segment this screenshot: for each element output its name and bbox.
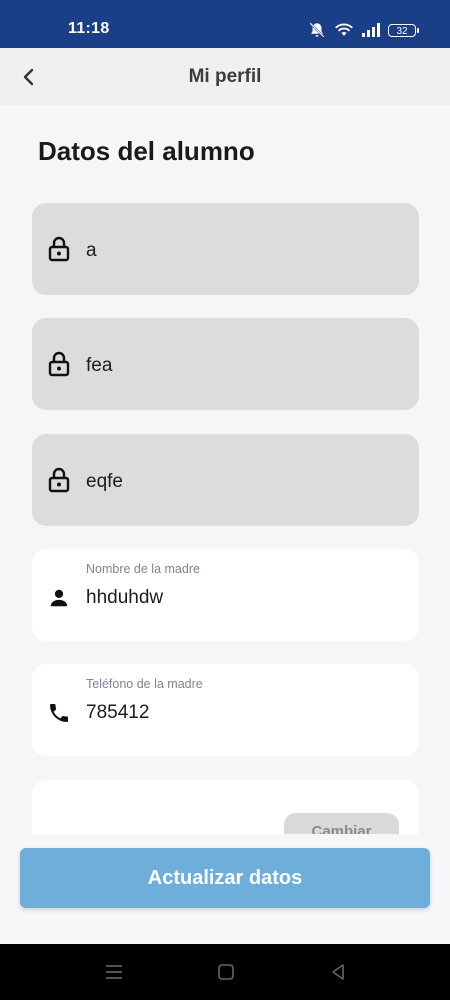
- field-value: fea: [86, 355, 113, 376]
- system-nav-bar: [0, 944, 450, 1000]
- status-bar: 11:18 32: [0, 0, 450, 48]
- update-data-button[interactable]: Actualizar datos: [20, 848, 430, 908]
- field-value[interactable]: hhduhdw: [86, 587, 163, 609]
- student-field-3: eqfe: [32, 434, 419, 526]
- lock-icon: [46, 351, 72, 377]
- student-field-2: fea: [32, 318, 419, 410]
- menu-icon[interactable]: [104, 962, 124, 982]
- mother-name-field[interactable]: Nombre de la madre hhduhdw: [32, 549, 419, 641]
- mute-bell-icon: [309, 22, 325, 38]
- field-label: Teléfono de la madre: [86, 677, 203, 691]
- person-icon: [46, 585, 72, 611]
- field-value[interactable]: 785412: [86, 702, 149, 724]
- field-value: a: [86, 240, 97, 261]
- signal-icon: [362, 23, 380, 37]
- status-time: 11:18: [68, 20, 110, 37]
- lock-icon: [46, 236, 72, 262]
- field-value: eqfe: [86, 471, 123, 492]
- scroll-divider: [0, 834, 450, 846]
- app-bar: Mi perfil: [0, 48, 450, 105]
- battery-icon: 32: [388, 23, 419, 37]
- mother-phone-field[interactable]: Teléfono de la madre 785412: [32, 664, 419, 756]
- wifi-icon: [335, 23, 353, 36]
- student-field-1: a: [32, 203, 419, 295]
- back-triangle-icon[interactable]: [328, 962, 348, 982]
- phone-icon: [46, 700, 72, 726]
- page-title: Mi perfil: [188, 66, 262, 87]
- section-title: Datos del alumno: [38, 136, 255, 166]
- lock-icon: [46, 467, 72, 493]
- home-square-icon[interactable]: [216, 962, 236, 982]
- photo-card: Cambiar: [32, 780, 419, 840]
- status-icons: 32: [308, 20, 419, 40]
- field-label: Nombre de la madre: [86, 562, 200, 576]
